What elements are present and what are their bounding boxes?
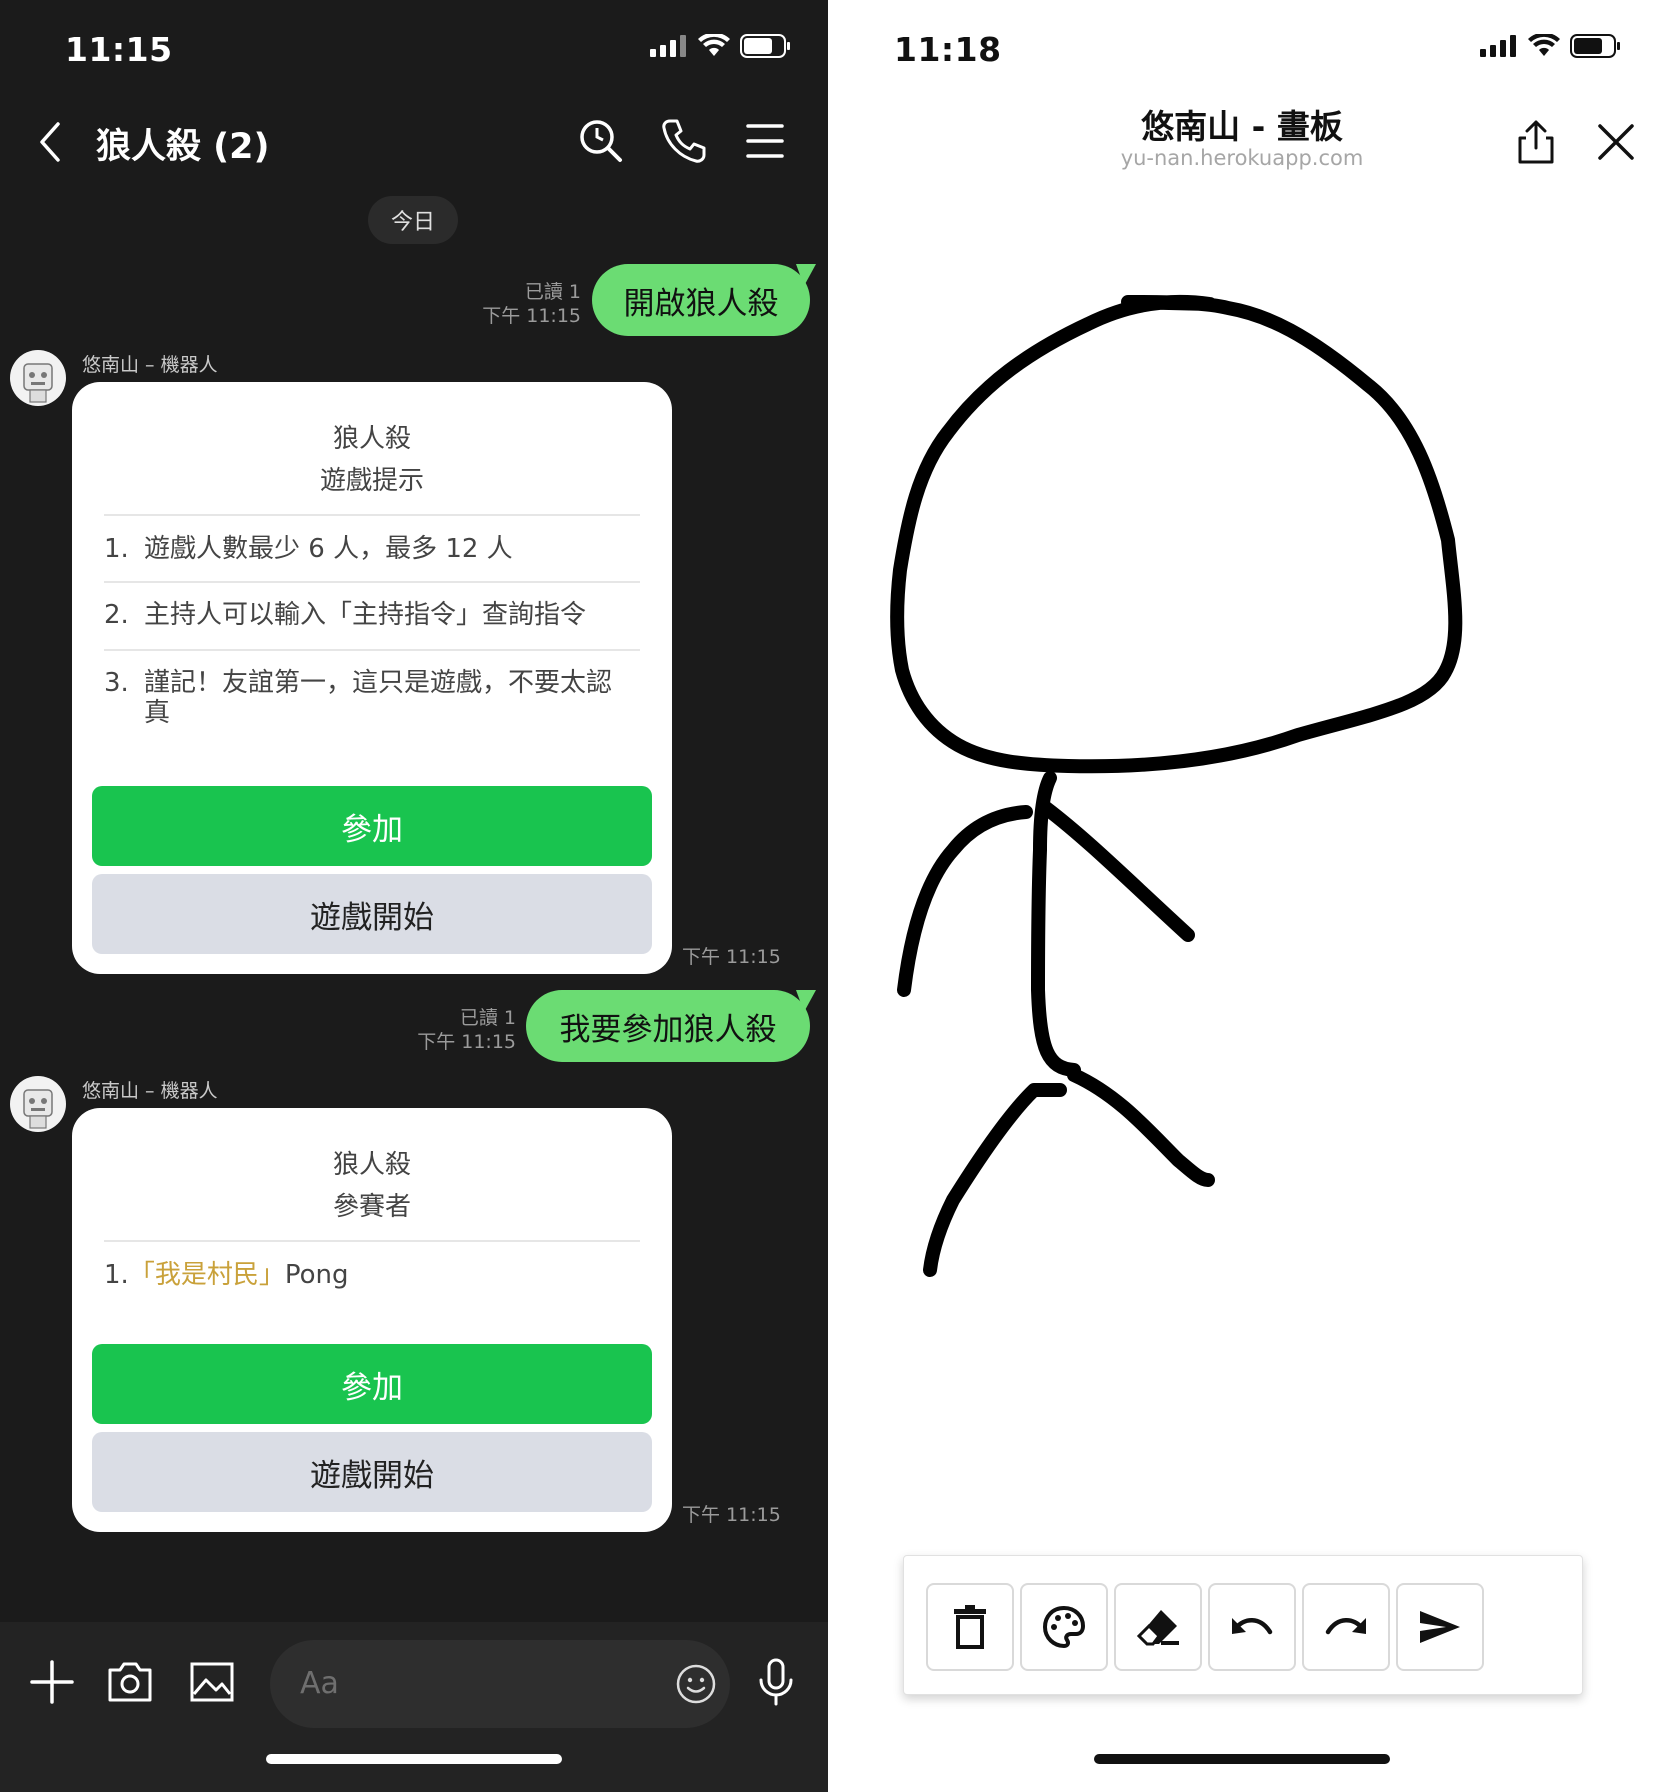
date-separator: 今日	[368, 196, 458, 244]
emoji-icon[interactable]	[674, 1662, 718, 1706]
drawing-right-arm-stroke	[1039, 801, 1195, 942]
send-button[interactable]	[1396, 1583, 1484, 1671]
rule-text: 謹記！友誼第一，這只是遊戲，不要太認真	[144, 668, 613, 728]
outgoing-message[interactable]: 我要參加狼人殺	[526, 990, 810, 1062]
sender-name: 悠南山 – 機器人	[82, 1080, 218, 1102]
search-icon[interactable]	[576, 116, 626, 166]
status-icons	[1480, 34, 1622, 58]
home-indicator	[266, 1754, 562, 1764]
status-time: 11:18	[894, 30, 1002, 69]
card-title: 狼人殺 參賽者	[72, 1144, 672, 1228]
camera-icon[interactable]	[104, 1656, 156, 1708]
trash-icon	[954, 1605, 986, 1649]
rule-item: 2. 主持人可以輸入「主持指令」查詢指令	[104, 600, 640, 630]
message-input[interactable]: Aa	[270, 1640, 730, 1728]
battery-icon	[1570, 34, 1620, 58]
start-game-button[interactable]: 遊戲開始	[92, 874, 652, 954]
chat-screen: 11:15 狼人殺 (2) 今日 已讀 1 下午 11:15 開啟狼人殺 悠南山…	[0, 0, 828, 1792]
drawing-toolbar	[903, 1555, 1583, 1695]
start-game-button[interactable]: 遊戲開始	[92, 1432, 652, 1512]
divider	[104, 581, 640, 583]
divider	[104, 514, 640, 516]
divider	[104, 1240, 640, 1242]
menu-icon[interactable]	[740, 116, 790, 166]
redo-button[interactable]	[1302, 1583, 1390, 1671]
rule-item: 3. 謹記！友誼第一，這只是遊戲，不要太認真	[104, 668, 640, 728]
microphone-icon[interactable]	[750, 1656, 802, 1708]
message-time: 下午 11:15	[682, 1504, 781, 1526]
drawing-right-leg-stroke	[1067, 1068, 1215, 1187]
plus-icon[interactable]	[26, 1656, 78, 1708]
card-title: 狼人殺 遊戲提示	[72, 418, 672, 502]
send-icon	[1420, 1611, 1460, 1643]
redo-icon	[1325, 1618, 1366, 1635]
signal-icon	[1480, 35, 1516, 57]
message-composer: Aa	[0, 1622, 828, 1792]
close-icon[interactable]	[1592, 118, 1640, 166]
image-icon[interactable]	[186, 1656, 238, 1708]
clear-button[interactable]	[926, 1583, 1014, 1671]
bot-avatar[interactable]	[10, 350, 66, 406]
card-subtitle: 參賽者	[332, 1192, 411, 1222]
participant-item: 1.「我是村民」Pong	[104, 1260, 640, 1290]
drawing-left-arm-stroke	[897, 805, 1033, 997]
message-time: 下午 11:15	[417, 1031, 516, 1053]
whiteboard-screen: 11:18 悠南山 - 畫板 yu-nan.herokuapp.com	[828, 0, 1656, 1792]
undo-button[interactable]	[1208, 1583, 1296, 1671]
chat-title: 狼人殺 (2)	[96, 127, 270, 167]
status-time: 11:15	[65, 30, 173, 69]
rule-text: 主持人可以輸入「主持指令」查詢指令	[144, 600, 587, 630]
read-receipt: 已讀 1	[459, 1007, 516, 1029]
rule-item: 1. 遊戲人數最少 6 人，最多 12 人	[104, 534, 640, 564]
input-placeholder: Aa	[300, 1666, 339, 1701]
outgoing-message[interactable]: 開啟狼人殺	[592, 264, 810, 336]
undo-icon	[1232, 1618, 1273, 1635]
participant-name: Pong	[284, 1260, 349, 1290]
join-button[interactable]: 參加	[92, 786, 652, 866]
eraser-button[interactable]	[1114, 1583, 1202, 1671]
drawing-head-stroke	[890, 294, 1463, 774]
read-receipt: 已讀 1	[524, 281, 581, 303]
rule-number: 2.	[104, 600, 129, 630]
palette-icon	[1042, 1605, 1086, 1649]
phone-icon[interactable]	[658, 116, 708, 166]
participant-number: 1.	[104, 1260, 129, 1290]
card-title-line: 狼人殺	[332, 424, 411, 454]
participant-role: 「我是村民」	[128, 1260, 285, 1290]
eraser-icon	[1136, 1610, 1179, 1646]
card-subtitle: 遊戲提示	[319, 466, 424, 496]
color-picker-button[interactable]	[1020, 1583, 1108, 1671]
home-indicator	[1094, 1754, 1390, 1764]
status-icons	[650, 34, 792, 58]
wifi-icon	[1528, 34, 1560, 56]
battery-icon	[740, 34, 790, 58]
join-button[interactable]: 參加	[92, 1344, 652, 1424]
message-time: 下午 11:15	[682, 946, 781, 968]
chevron-left-icon[interactable]	[30, 118, 70, 166]
rule-number: 3.	[104, 668, 129, 698]
chat-header: 狼人殺 (2)	[0, 100, 828, 184]
share-icon[interactable]	[1512, 118, 1560, 166]
message-time: 下午 11:15	[482, 305, 581, 327]
card-title-line: 狼人殺	[332, 1150, 411, 1180]
game-tips-card: 狼人殺 遊戲提示 1. 遊戲人數最少 6 人，最多 12 人 2. 主持人可以輸入「…	[72, 382, 672, 974]
signal-icon	[650, 35, 686, 57]
participants-card: 狼人殺 參賽者 1.「我是村民」Pong 參加 遊戲開始	[72, 1108, 672, 1532]
divider	[104, 649, 640, 651]
rule-number: 1.	[104, 534, 129, 564]
drawing-canvas[interactable]	[828, 230, 1656, 1520]
message-meta: 已讀 1 下午 11:15	[417, 1006, 516, 1054]
sender-name: 悠南山 – 機器人	[82, 354, 218, 376]
drawing-left-leg-stroke	[923, 1083, 1067, 1277]
wifi-icon	[698, 34, 730, 56]
message-meta: 已讀 1 下午 11:15	[482, 280, 581, 328]
bot-avatar[interactable]	[10, 1076, 66, 1132]
rule-text: 遊戲人數最少 6 人，最多 12 人	[144, 534, 513, 564]
